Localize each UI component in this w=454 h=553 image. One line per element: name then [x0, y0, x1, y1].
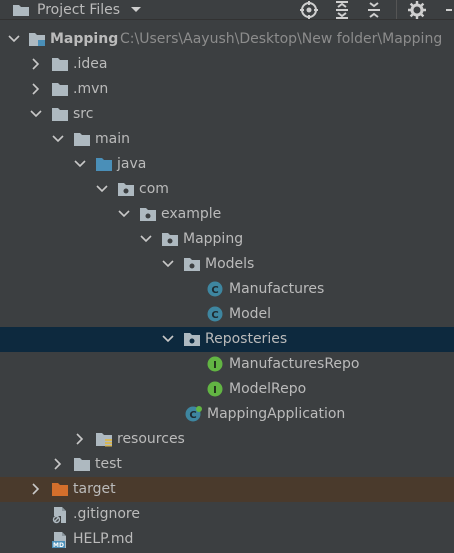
svg-text:MD: MD: [53, 542, 64, 549]
tree-item-label: .idea: [73, 56, 108, 72]
tree-row-com[interactable]: com: [0, 177, 454, 202]
tree-row-help-md[interactable]: MD HELP.md: [0, 527, 454, 552]
tree-row-mvn[interactable]: .mvn: [0, 77, 454, 102]
tree-item-label: HELP.md: [73, 531, 134, 547]
tree-row-idea[interactable]: .idea: [0, 52, 454, 77]
package-icon: [117, 181, 135, 197]
minimize-icon[interactable]: [446, 0, 452, 19]
interface-icon: I: [207, 356, 225, 372]
tree-row-models[interactable]: Models: [0, 252, 454, 277]
excluded-folder-icon: [51, 481, 69, 497]
tree-item-label: .gitignore: [73, 506, 140, 522]
tree-item-label: .mvn: [73, 81, 109, 97]
svg-text:C: C: [211, 310, 218, 321]
source-folder-icon: [95, 156, 113, 172]
package-icon: [161, 231, 179, 247]
project-tree: Mapping C:\Users\Aayush\Desktop\New fold…: [0, 20, 454, 553]
locate-icon[interactable]: [300, 0, 318, 19]
tree-row-mapping-package[interactable]: Mapping: [0, 227, 454, 252]
project-toolbar: Project Files: [0, 0, 454, 20]
chevron-down-icon[interactable]: [52, 133, 64, 145]
package-icon: [139, 206, 157, 222]
folder-icon: [51, 81, 69, 97]
folder-icon: [12, 0, 30, 19]
module-folder-icon: [28, 31, 46, 47]
chevron-down-icon[interactable]: [8, 33, 20, 45]
markdown-file-icon: MD: [51, 531, 69, 549]
tree-item-label: Manufactures: [229, 281, 325, 297]
interface-icon: I: [207, 381, 225, 397]
tree-item-label: resources: [117, 431, 185, 447]
tree-item-label: Mapping: [183, 231, 244, 247]
tree-row-src[interactable]: src: [0, 102, 454, 127]
class-icon: C: [207, 306, 225, 322]
tree-item-label: target: [73, 481, 116, 497]
tree-row-gitignore[interactable]: .gitignore: [0, 502, 454, 527]
chevron-right-icon[interactable]: [52, 458, 64, 470]
tree-row-model[interactable]: C Model: [0, 302, 454, 327]
view-selector[interactable]: Project Files: [37, 0, 120, 19]
svg-text:C: C: [189, 410, 196, 421]
svg-text:I: I: [213, 385, 217, 396]
tree-row-model-repo[interactable]: I ModelRepo: [0, 377, 454, 402]
tree-item-label: Models: [205, 256, 255, 272]
package-icon: [183, 256, 201, 272]
chevron-down-icon[interactable]: [130, 0, 142, 19]
tree-row-root[interactable]: Mapping C:\Users\Aayush\Desktop\New fold…: [0, 27, 454, 52]
class-icon: C: [207, 281, 225, 297]
tree-item-label: test: [95, 456, 122, 472]
tree-row-mapping-application[interactable]: C MappingApplication: [0, 402, 454, 427]
tree-row-resources[interactable]: resources: [0, 427, 454, 452]
folder-icon: [73, 456, 91, 472]
spring-boot-class-icon: C: [185, 406, 203, 422]
chevron-right-icon[interactable]: [30, 83, 42, 95]
tree-row-manufactures-repo[interactable]: I ManufacturesRepo: [0, 352, 454, 377]
folder-icon: [51, 106, 69, 122]
resources-folder-icon: [95, 431, 113, 447]
tree-row-reposteries[interactable]: Reposteries: [0, 327, 454, 352]
gear-icon[interactable]: [408, 0, 426, 19]
chevron-down-icon[interactable]: [74, 158, 86, 170]
tree-item-label: example: [161, 206, 222, 222]
root-label: Mapping: [50, 31, 119, 47]
tree-item-label: Model: [229, 306, 272, 322]
chevron-down-icon[interactable]: [96, 183, 108, 195]
svg-text:C: C: [211, 285, 218, 296]
chevron-down-icon[interactable]: [162, 258, 174, 270]
folder-icon: [73, 131, 91, 147]
folder-icon: [51, 56, 69, 72]
tree-row-manufactures[interactable]: C Manufactures: [0, 277, 454, 302]
tree-item-label: java: [117, 156, 147, 172]
tree-item-label: ManufacturesRepo: [229, 356, 360, 372]
chevron-right-icon[interactable]: [30, 58, 42, 70]
expand-all-icon[interactable]: [334, 0, 350, 19]
tree-row-test[interactable]: test: [0, 452, 454, 477]
package-icon: [183, 331, 201, 347]
chevron-right-icon[interactable]: [74, 433, 86, 445]
tree-row-example[interactable]: example: [0, 202, 454, 227]
tree-row-main[interactable]: main: [0, 127, 454, 152]
tree-item-label: ModelRepo: [229, 381, 307, 397]
toolbar-separator: [396, 0, 397, 19]
chevron-down-icon[interactable]: [140, 233, 152, 245]
root-path: C:\Users\Aayush\Desktop\New folder\Mappi…: [120, 31, 443, 47]
ignore-file-icon: [51, 506, 69, 524]
tree-item-label: main: [95, 131, 130, 147]
tree-item-label: Reposteries: [205, 331, 288, 347]
tree-item-label: MappingApplication: [207, 406, 346, 422]
chevron-down-icon[interactable]: [162, 333, 174, 345]
tree-item-label: com: [139, 181, 169, 197]
view-label: Project Files: [37, 1, 121, 18]
tree-row-java[interactable]: java: [0, 152, 454, 177]
chevron-down-icon[interactable]: [118, 208, 130, 220]
tree-row-target[interactable]: target: [0, 477, 454, 502]
svg-text:I: I: [213, 360, 217, 371]
chevron-down-icon[interactable]: [30, 108, 42, 120]
collapse-all-icon[interactable]: [366, 0, 382, 19]
tree-item-label: src: [73, 106, 94, 122]
chevron-right-icon[interactable]: [30, 483, 42, 495]
